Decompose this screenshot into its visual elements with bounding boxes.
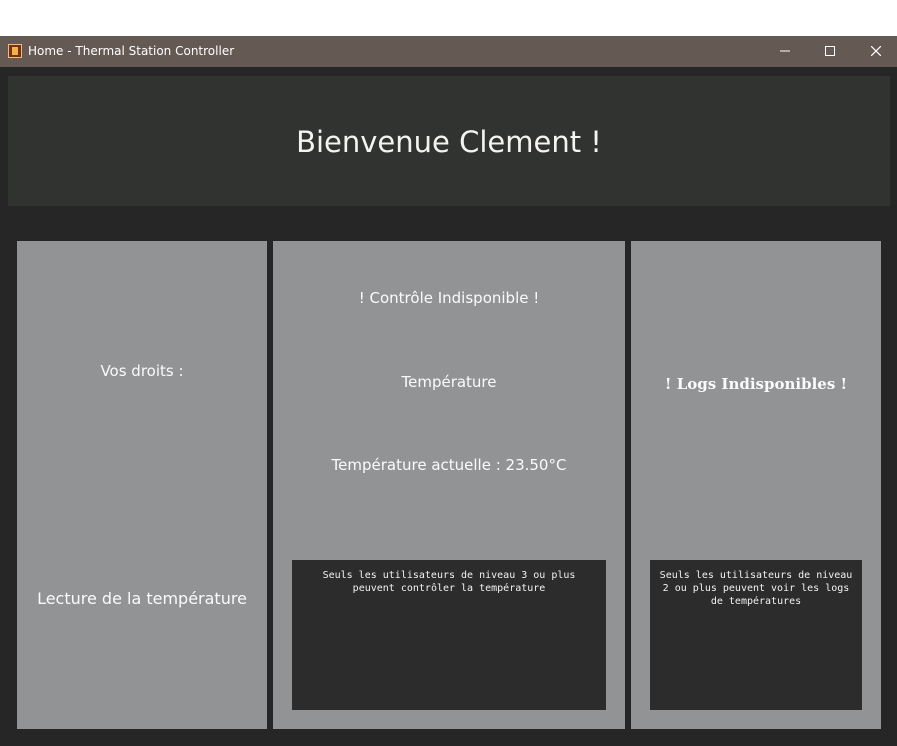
rights-item: Lecture de la température xyxy=(37,589,247,608)
temperature-section-label: Température xyxy=(401,373,497,391)
close-button[interactable] xyxy=(853,36,897,67)
window-title: Home - Thermal Station Controller xyxy=(28,44,235,58)
maximize-icon xyxy=(825,46,835,56)
control-permission-notice: Seuls les utilisateurs de niveau 3 ou pl… xyxy=(292,560,606,710)
title-bar[interactable]: Home - Thermal Station Controller xyxy=(0,36,897,67)
window-client-area: Bienvenue Clement ! Vos droits : Lecture… xyxy=(0,67,897,746)
app-icon xyxy=(8,44,22,58)
rights-heading: Vos droits : xyxy=(100,362,184,380)
minimize-button[interactable] xyxy=(762,36,808,67)
welcome-message: Bienvenue Clement ! xyxy=(296,125,602,159)
maximize-button[interactable] xyxy=(807,36,853,67)
current-temperature: Température actuelle : 23.50°C xyxy=(331,456,567,474)
logs-panel: ! Logs Indisponibles ! Seuls les utilisa… xyxy=(631,241,881,729)
rights-panel: Vos droits : Lecture de la température xyxy=(17,241,267,729)
control-status: ! Contrôle Indisponible ! xyxy=(358,289,540,307)
welcome-header: Bienvenue Clement ! xyxy=(8,76,890,206)
minimize-icon xyxy=(780,50,790,52)
close-icon xyxy=(871,46,881,56)
temperature-control-panel: ! Contrôle Indisponible ! Température Te… xyxy=(273,241,625,729)
logs-permission-notice: Seuls les utilisateurs de niveau 2 ou pl… xyxy=(650,560,862,710)
logs-status: ! Logs Indisponibles ! xyxy=(664,375,848,393)
